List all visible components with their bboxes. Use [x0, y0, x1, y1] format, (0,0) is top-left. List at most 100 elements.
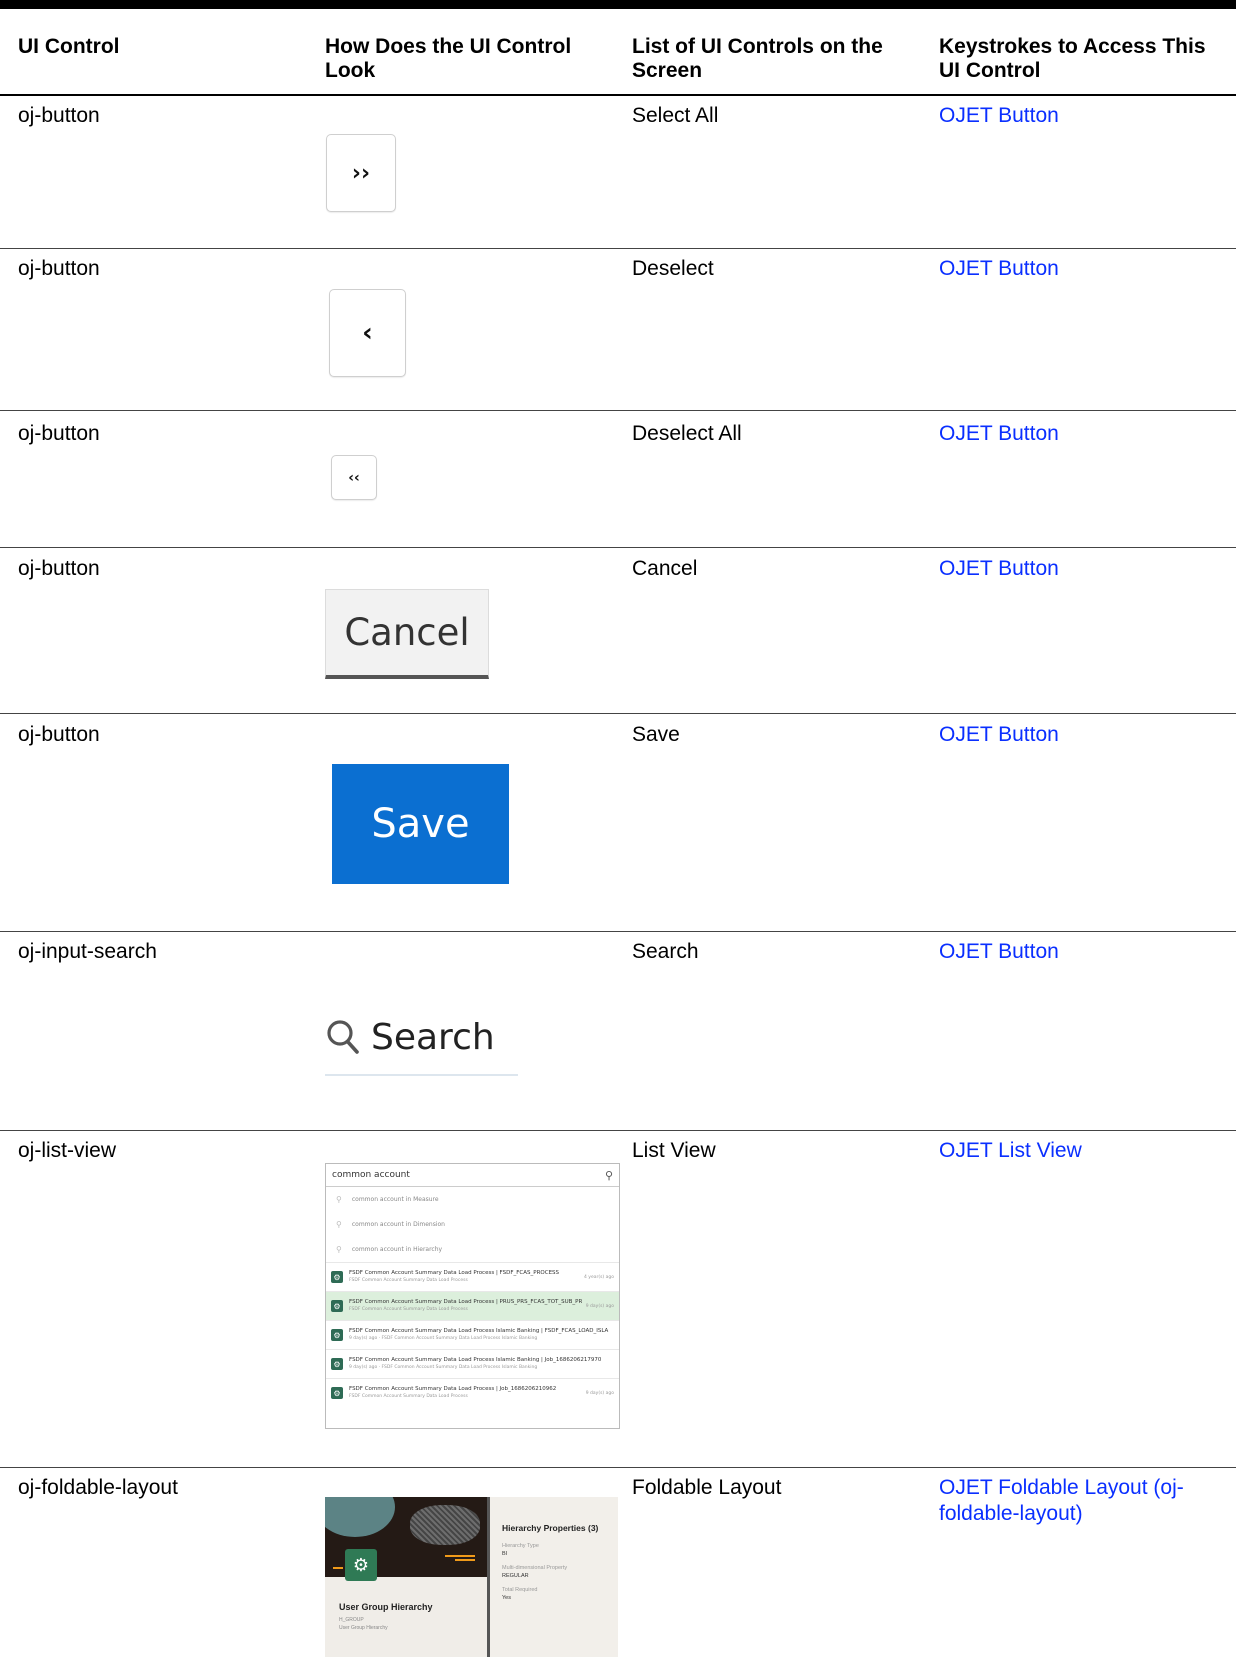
- list-view-preview: common account ⚲ ⚲ common account in Meas…: [325, 1163, 620, 1429]
- row-divider: [0, 248, 1236, 249]
- search-icon: ⚲: [336, 1195, 342, 1204]
- suggestion-label: common account in Measure: [351, 1196, 439, 1203]
- row-divider: [0, 1130, 1236, 1131]
- panel-title: Hierarchy Properties (3): [502, 1523, 599, 1533]
- property-label: Multi-dimensional Property: [502, 1565, 568, 1571]
- item-subtitle: FSDF Common Account Summary Data Load Pr…: [349, 1394, 468, 1399]
- row8-link[interactable]: OJET Foldable Layout (oj-foldable-layout…: [939, 1475, 1229, 1527]
- deselect-all-button[interactable]: ‹‹: [331, 455, 377, 500]
- row3-link[interactable]: OJET Button: [939, 421, 1229, 447]
- row4-name: Cancel: [632, 557, 698, 580]
- row2-name: Deselect: [632, 257, 714, 280]
- list-view-input-value: common account: [332, 1170, 410, 1180]
- row7-control: oj-list-view: [18, 1139, 117, 1162]
- row3-name: Deselect All: [632, 422, 742, 445]
- row5-name: Save: [632, 723, 680, 746]
- select-all-button[interactable]: ››: [326, 134, 396, 212]
- header-look: How Does the UI Control Look: [325, 35, 572, 82]
- item-subtitle: 9 day(s) ago · FSDF Common Account Summa…: [349, 1336, 538, 1341]
- row7-link[interactable]: OJET List View: [939, 1138, 1229, 1164]
- hierarchy-icon: ⚙: [345, 1549, 377, 1581]
- list-item[interactable]: ⚲ common account in Hierarchy: [326, 1237, 619, 1262]
- banner-stripe: [333, 1567, 343, 1569]
- property-value: Yes: [502, 1595, 511, 1601]
- header-list: List of UI Controls on the Screen: [632, 35, 883, 82]
- item-age: 9 day(s) ago: [585, 1390, 614, 1396]
- list-item[interactable]: ⚲ common account in Measure: [326, 1187, 619, 1212]
- property-label: Hierarchy Type: [502, 1543, 539, 1549]
- hierarchy-icon: ⚙: [331, 1300, 343, 1312]
- banner-stripe: [445, 1555, 475, 1557]
- banner-shape: [410, 1505, 480, 1545]
- search-icon: [327, 1020, 359, 1054]
- row5-link[interactable]: OJET Button: [939, 722, 1229, 748]
- item-title: FSDF Common Account Summary Data Load Pr…: [349, 1299, 582, 1305]
- property-label: Total Required: [502, 1587, 538, 1593]
- header-ui-control: UI Control: [18, 35, 120, 58]
- row4-link[interactable]: OJET Button: [939, 556, 1229, 582]
- suggestion-label: common account in Dimension: [351, 1221, 445, 1228]
- chevron-left-icon: ‹: [362, 318, 373, 348]
- item-title: FSDF Common Account Summary Data Load Pr…: [349, 1328, 609, 1334]
- list-item[interactable]: ⚙ FSDF Common Account Summary Data Load …: [326, 1320, 619, 1349]
- hierarchy-icon: ⚙: [331, 1271, 343, 1283]
- item-title: FSDF Common Account Summary Data Load Pr…: [349, 1357, 602, 1363]
- row-divider: [0, 547, 1236, 548]
- row3-control: oj-button: [18, 422, 100, 445]
- save-button[interactable]: Save: [332, 764, 509, 884]
- foldable-right-panel: Hierarchy Properties (3) Hierarchy Type …: [490, 1497, 618, 1657]
- row1-control: oj-button: [18, 104, 100, 127]
- property-value: REGULAR: [502, 1573, 529, 1579]
- row1-link[interactable]: OJET Button: [939, 103, 1229, 129]
- foldable-subtitle: User Group Hierarchy: [339, 1625, 388, 1631]
- item-title: FSDF Common Account Summary Data Load Pr…: [349, 1270, 560, 1276]
- row6-link[interactable]: OJET Button: [939, 939, 1229, 965]
- foldable-left-panel: ⚙ User Group Hierarchy H_GROUP User Grou…: [325, 1497, 487, 1657]
- hierarchy-icon: ⚙: [331, 1387, 343, 1399]
- list-item[interactable]: ⚙ FSDF Common Account Summary Data Load …: [326, 1349, 619, 1378]
- top-rule: [0, 0, 1236, 9]
- row8-control: oj-foldable-layout: [18, 1476, 178, 1499]
- header-keystrokes: Keystrokes to Access This UI Control: [939, 35, 1206, 82]
- list-item[interactable]: ⚙ FSDF Common Account Summary Data Load …: [326, 1378, 619, 1407]
- banner-shape: [325, 1497, 395, 1537]
- row-divider: [0, 1467, 1236, 1468]
- row8-name: Foldable Layout: [632, 1476, 782, 1499]
- list-item-selected[interactable]: ⚙ FSDF Common Account Summary Data Load …: [326, 1291, 619, 1320]
- deselect-button[interactable]: ‹: [329, 289, 406, 377]
- foldable-layout-preview: ⚙ User Group Hierarchy H_GROUP User Grou…: [325, 1497, 618, 1657]
- banner-stripe: [455, 1559, 475, 1561]
- list-view-search-input[interactable]: common account ⚲: [326, 1164, 619, 1187]
- hierarchy-icon: ⚙: [331, 1358, 343, 1370]
- row6-control: oj-input-search: [18, 940, 157, 963]
- list-item[interactable]: ⚲ common account in Dimension: [326, 1212, 619, 1237]
- foldable-title: User Group Hierarchy: [339, 1602, 433, 1612]
- row2-control: oj-button: [18, 257, 100, 280]
- row-divider: [0, 410, 1236, 411]
- row6-name: Search: [632, 940, 699, 963]
- list-item[interactable]: ⚙ FSDF Common Account Summary Data Load …: [326, 1262, 619, 1291]
- search-label: Search: [371, 1016, 495, 1058]
- hierarchy-icon: ⚙: [331, 1329, 343, 1341]
- row-divider: [0, 931, 1236, 932]
- row-divider: [0, 713, 1236, 714]
- chevron-double-right-icon: ››: [351, 160, 371, 186]
- search-icon: ⚲: [336, 1220, 342, 1229]
- item-subtitle: FSDF Common Account Summary Data Load Pr…: [349, 1307, 468, 1312]
- property-value: BI: [502, 1551, 508, 1557]
- search-input[interactable]: Search: [325, 1000, 518, 1076]
- cancel-button[interactable]: Cancel: [325, 589, 489, 679]
- row1-name: Select All: [632, 104, 719, 127]
- foldable-code: H_GROUP: [339, 1617, 364, 1623]
- suggestion-label: common account in Hierarchy: [351, 1246, 443, 1253]
- row5-control: oj-button: [18, 723, 100, 746]
- row7-name: List View: [632, 1139, 716, 1162]
- row2-link[interactable]: OJET Button: [939, 256, 1229, 282]
- item-age: 4 year(s) ago: [584, 1274, 614, 1280]
- item-subtitle: FSDF Common Account Summary Data Load Pr…: [349, 1278, 468, 1283]
- row4-control: oj-button: [18, 557, 100, 580]
- item-subtitle: 9 day(s) ago · FSDF Common Account Summa…: [349, 1365, 538, 1370]
- search-icon: ⚲: [604, 1168, 613, 1182]
- header-rule: [0, 94, 1236, 96]
- item-title: FSDF Common Account Summary Data Load Pr…: [349, 1386, 557, 1392]
